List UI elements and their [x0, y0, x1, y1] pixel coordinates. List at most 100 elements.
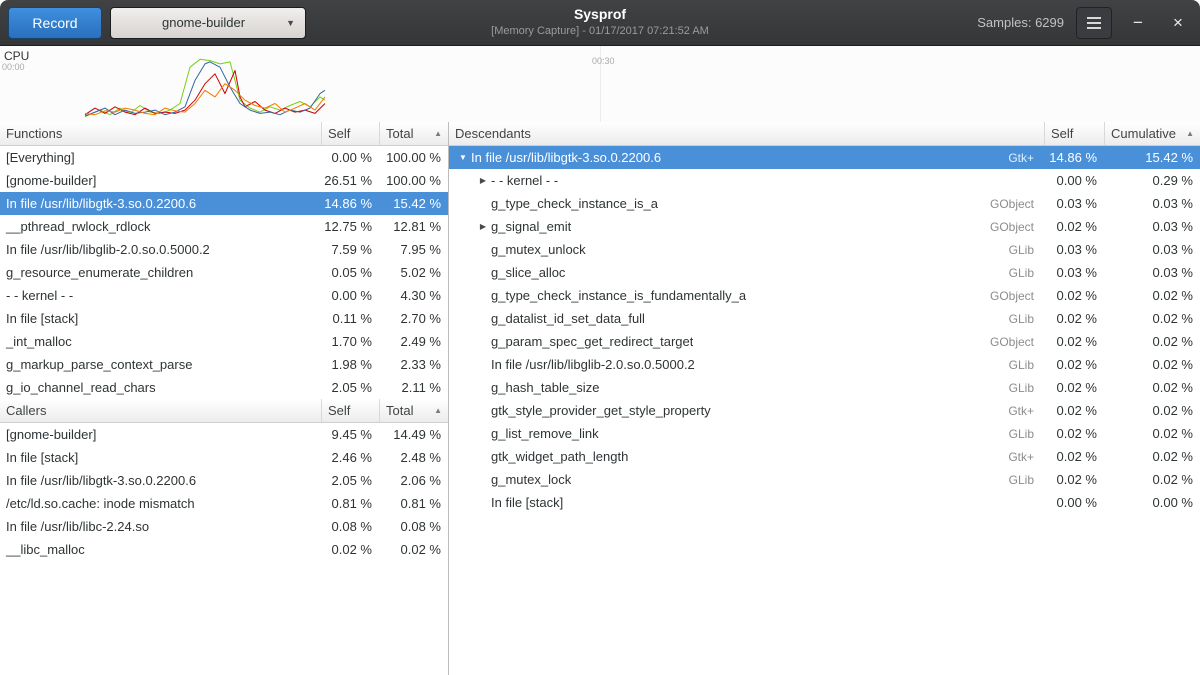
function-name: In file [stack] — [0, 450, 321, 465]
function-name: g_io_channel_read_chars — [0, 380, 321, 395]
table-row[interactable]: [gnome-builder]26.51 %100.00 % — [0, 169, 448, 192]
self-value: 14.86 % — [321, 196, 379, 211]
category-label: GObject — [982, 335, 1044, 349]
table-row[interactable]: g_io_channel_read_chars2.05 %2.11 % — [0, 376, 448, 399]
cpu-axis-label: CPU — [4, 49, 29, 63]
expander-open-icon[interactable]: ▼ — [455, 153, 471, 162]
table-row[interactable]: g_resource_enumerate_children0.05 %5.02 … — [0, 261, 448, 284]
column-header-functions[interactable]: Functions — [0, 122, 321, 145]
tree-row[interactable]: g_type_check_instance_is_fundamentally_a… — [449, 284, 1200, 307]
sort-arrow-icon: ▲ — [428, 406, 442, 415]
hamburger-icon — [1087, 17, 1101, 19]
table-row[interactable]: [gnome-builder]9.45 %14.49 % — [0, 423, 448, 446]
column-header-self[interactable]: Self — [321, 122, 379, 145]
descendant-name-cell: g_type_check_instance_is_aGObject — [449, 196, 1044, 211]
tree-row[interactable]: g_param_spec_get_redirect_targetGObject0… — [449, 330, 1200, 353]
function-name: In file [stack] — [0, 311, 321, 326]
column-header-total[interactable]: Total ▲ — [379, 122, 448, 145]
record-button[interactable]: Record — [8, 7, 102, 39]
table-row[interactable]: In file [stack]2.46 %2.48 % — [0, 446, 448, 469]
function-name: g_resource_enumerate_children — [0, 265, 321, 280]
self-value: 0.05 % — [321, 265, 379, 280]
descendant-name-cell: g_param_spec_get_redirect_targetGObject — [449, 334, 1044, 349]
column-header-callers[interactable]: Callers — [0, 399, 321, 422]
cumulative-value: 0.03 % — [1104, 219, 1200, 234]
tree-row[interactable]: g_mutex_lockGLib0.02 %0.02 % — [449, 468, 1200, 491]
menu-button[interactable] — [1076, 7, 1112, 39]
column-header-cumulative[interactable]: Cumulative ▲ — [1104, 122, 1200, 145]
table-row[interactable]: __pthread_rwlock_rdlock12.75 %12.81 % — [0, 215, 448, 238]
self-value: 1.98 % — [321, 357, 379, 372]
column-header-self[interactable]: Self — [1044, 122, 1104, 145]
cumulative-value: 0.02 % — [1104, 380, 1200, 395]
function-name: In file [stack] — [491, 495, 563, 510]
tree-row[interactable]: g_slice_allocGLib0.03 %0.03 % — [449, 261, 1200, 284]
descendant-name-cell: In file [stack] — [449, 495, 1044, 510]
category-label: GLib — [1001, 427, 1044, 441]
cumulative-value: 0.29 % — [1104, 173, 1200, 188]
descendant-name-cell: gtk_style_provider_get_style_propertyGtk… — [449, 403, 1044, 418]
cumulative-value: 0.02 % — [1104, 472, 1200, 487]
column-header-total[interactable]: Total ▲ — [379, 399, 448, 422]
expander-closed-icon[interactable]: ▶ — [475, 176, 491, 185]
category-label: GLib — [1001, 312, 1044, 326]
table-row[interactable]: - - kernel - -0.00 %4.30 % — [0, 284, 448, 307]
minimize-button[interactable]: − — [1124, 9, 1152, 37]
category-label: GLib — [1001, 243, 1044, 257]
callers-rows: [gnome-builder]9.45 %14.49 %In file [sta… — [0, 423, 448, 561]
table-row[interactable]: g_markup_parse_context_parse1.98 %2.33 % — [0, 353, 448, 376]
self-value: 0.11 % — [321, 311, 379, 326]
capture-subtitle: [Memory Capture] - 01/17/2017 07:21:52 A… — [491, 25, 709, 37]
expander-closed-icon[interactable]: ▶ — [475, 222, 491, 231]
category-label: Gtk+ — [1000, 450, 1044, 464]
table-row[interactable]: In file [stack]0.11 %2.70 % — [0, 307, 448, 330]
table-row[interactable]: _int_malloc1.70 %2.49 % — [0, 330, 448, 353]
cumulative-value: 0.03 % — [1104, 242, 1200, 257]
chevron-down-icon: ▼ — [286, 18, 295, 28]
descendant-name-cell: ▶g_signal_emit GObject — [449, 219, 1044, 234]
tree-row[interactable]: ▶g_signal_emitGObject0.02 %0.03 % — [449, 215, 1200, 238]
total-value: 14.49 % — [379, 427, 448, 442]
functions-rows: [Everything]0.00 %100.00 %[gnome-builder… — [0, 146, 448, 399]
tree-row[interactable]: g_list_remove_linkGLib0.02 %0.02 % — [449, 422, 1200, 445]
tree-row[interactable]: g_datalist_id_set_data_fullGLib0.02 %0.0… — [449, 307, 1200, 330]
table-row[interactable]: In file /usr/lib/libc-2.24.so0.08 %0.08 … — [0, 515, 448, 538]
cpu-usage-chart[interactable]: CPU 00:00 00:30 — [0, 46, 1200, 122]
self-value: 9.45 % — [321, 427, 379, 442]
table-row[interactable]: In file /usr/lib/libglib-2.0.so.0.5000.2… — [0, 238, 448, 261]
samples-count: Samples: 6299 — [977, 15, 1064, 30]
function-name: __libc_malloc — [0, 542, 321, 557]
function-name: _int_malloc — [0, 334, 321, 349]
tree-row[interactable]: g_hash_table_sizeGLib0.02 %0.02 % — [449, 376, 1200, 399]
function-name: g_signal_emit — [491, 219, 571, 234]
table-row[interactable]: In file /usr/lib/libgtk-3.so.0.2200.62.0… — [0, 469, 448, 492]
cumulative-value: 0.00 % — [1104, 495, 1200, 510]
function-name: In file /usr/lib/libglib-2.0.so.0.5000.2 — [491, 357, 695, 372]
close-button[interactable]: × — [1164, 9, 1192, 37]
total-value: 2.06 % — [379, 473, 448, 488]
table-row[interactable]: In file /usr/lib/libgtk-3.so.0.2200.614.… — [0, 192, 448, 215]
category-label: GObject — [982, 220, 1044, 234]
column-header-self[interactable]: Self — [321, 399, 379, 422]
function-name: In file /usr/lib/libglib-2.0.so.0.5000.2 — [0, 242, 321, 257]
tree-row[interactable]: ▶- - kernel - -0.00 %0.29 % — [449, 169, 1200, 192]
target-process-dropdown[interactable]: gnome-builder ▼ — [110, 7, 306, 39]
self-value: 7.59 % — [321, 242, 379, 257]
table-row[interactable]: /etc/ld.so.cache: inode mismatch0.81 %0.… — [0, 492, 448, 515]
table-row[interactable]: [Everything]0.00 %100.00 % — [0, 146, 448, 169]
tree-row[interactable]: ▼In file /usr/lib/libgtk-3.so.0.2200.6Gt… — [449, 146, 1200, 169]
table-row[interactable]: __libc_malloc0.02 %0.02 % — [0, 538, 448, 561]
tree-row[interactable]: In file [stack]0.00 %0.00 % — [449, 491, 1200, 514]
column-header-descendants[interactable]: Descendants — [449, 122, 1044, 145]
function-name: gtk_style_provider_get_style_property — [491, 403, 711, 418]
category-label: Gtk+ — [1000, 151, 1044, 165]
descendant-name-cell: ▼In file /usr/lib/libgtk-3.so.0.2200.6Gt… — [449, 150, 1044, 165]
tree-row[interactable]: g_mutex_unlockGLib0.03 %0.03 % — [449, 238, 1200, 261]
tree-row[interactable]: gtk_widget_path_lengthGtk+0.02 %0.02 % — [449, 445, 1200, 468]
total-value: 2.49 % — [379, 334, 448, 349]
tree-row[interactable]: gtk_style_provider_get_style_propertyGtk… — [449, 399, 1200, 422]
function-name: - - kernel - - — [0, 288, 321, 303]
tree-row[interactable]: g_type_check_instance_is_aGObject0.03 %0… — [449, 192, 1200, 215]
tree-row[interactable]: In file /usr/lib/libglib-2.0.so.0.5000.2… — [449, 353, 1200, 376]
target-process-label: gnome-builder — [121, 15, 286, 30]
